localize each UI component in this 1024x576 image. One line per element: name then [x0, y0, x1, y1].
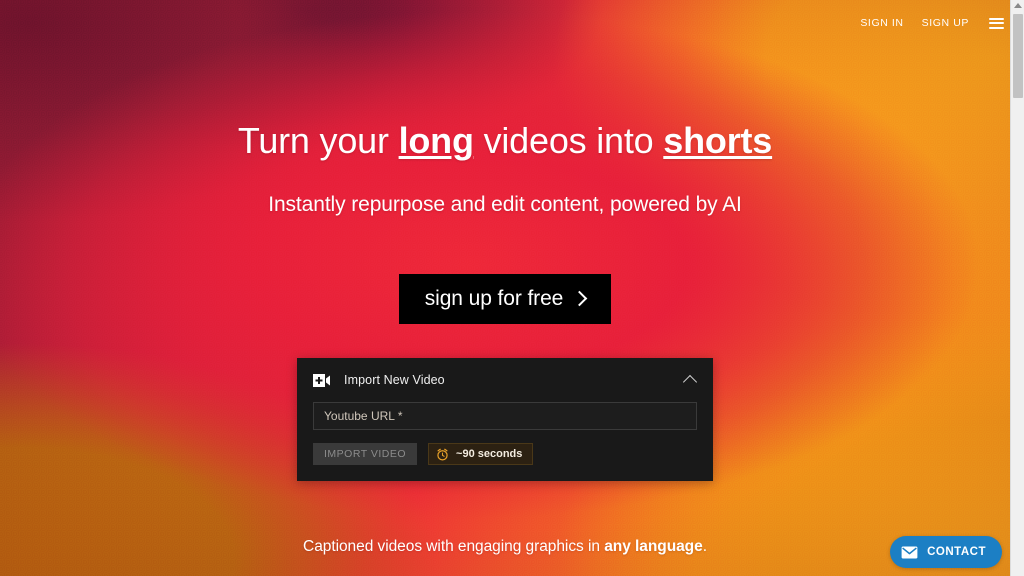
envelope-icon [901, 545, 918, 559]
sign-up-link[interactable]: SIGN UP [922, 17, 969, 29]
headline-emphasis-long: long [398, 120, 474, 161]
contact-button[interactable]: CONTACT [890, 536, 1002, 568]
import-video-button[interactable]: IMPORT VIDEO [313, 443, 418, 466]
cta-label: sign up for free [424, 287, 564, 311]
sign-up-for-free-button[interactable]: sign up for free [398, 274, 612, 325]
headline-part-1: Turn your [237, 120, 399, 161]
page-title: Turn your long videos into shorts [237, 120, 773, 161]
estimated-time-label: ~90 seconds [456, 448, 523, 461]
scroll-up-arrow-icon[interactable] [1013, 3, 1022, 8]
feature-caption: Captioned videos with engaging graphics … [303, 538, 707, 556]
sign-in-link[interactable]: SIGN IN [860, 17, 903, 29]
browser-scrollbar[interactable] [1010, 0, 1024, 576]
import-card-title: Import New Video [344, 373, 445, 388]
import-card-header[interactable]: Import New Video [297, 358, 713, 402]
headline-part-2: videos into [473, 120, 664, 161]
import-card-actions: IMPORT VIDEO ~90 seconds [313, 443, 697, 466]
youtube-url-input[interactable] [313, 402, 697, 431]
chevron-right-icon [571, 291, 588, 307]
video-plus-icon [313, 373, 330, 387]
estimated-time-badge: ~90 seconds [428, 443, 534, 466]
page-root: SIGN IN SIGN UP Turn your long videos in… [0, 0, 1024, 576]
import-new-video-card: Import New Video IMPORT VIDEO ~90 sec [297, 358, 713, 482]
alarm-clock-icon [437, 448, 448, 461]
scrollbar-thumb[interactable] [1013, 14, 1023, 98]
caption-bold: any language [604, 538, 703, 556]
page-subtitle: Instantly repurpose and edit content, po… [268, 193, 742, 217]
caption-part-2: . [702, 538, 707, 556]
caption-part-1: Captioned videos with engaging graphics … [303, 538, 605, 556]
hamburger-bar-3 [989, 26, 1004, 29]
contact-label: CONTACT [927, 546, 986, 558]
hamburger-menu-icon[interactable] [989, 17, 1004, 29]
import-card-body: IMPORT VIDEO ~90 seconds [297, 402, 713, 481]
hamburger-bar-1 [989, 17, 1004, 20]
hamburger-bar-2 [989, 22, 1004, 24]
top-navigation-bar: SIGN IN SIGN UP [0, 0, 1024, 46]
hero-section: Turn your long videos into shorts Instan… [0, 0, 1010, 576]
headline-emphasis-shorts: shorts [663, 120, 773, 161]
chevron-up-icon[interactable] [682, 375, 698, 390]
